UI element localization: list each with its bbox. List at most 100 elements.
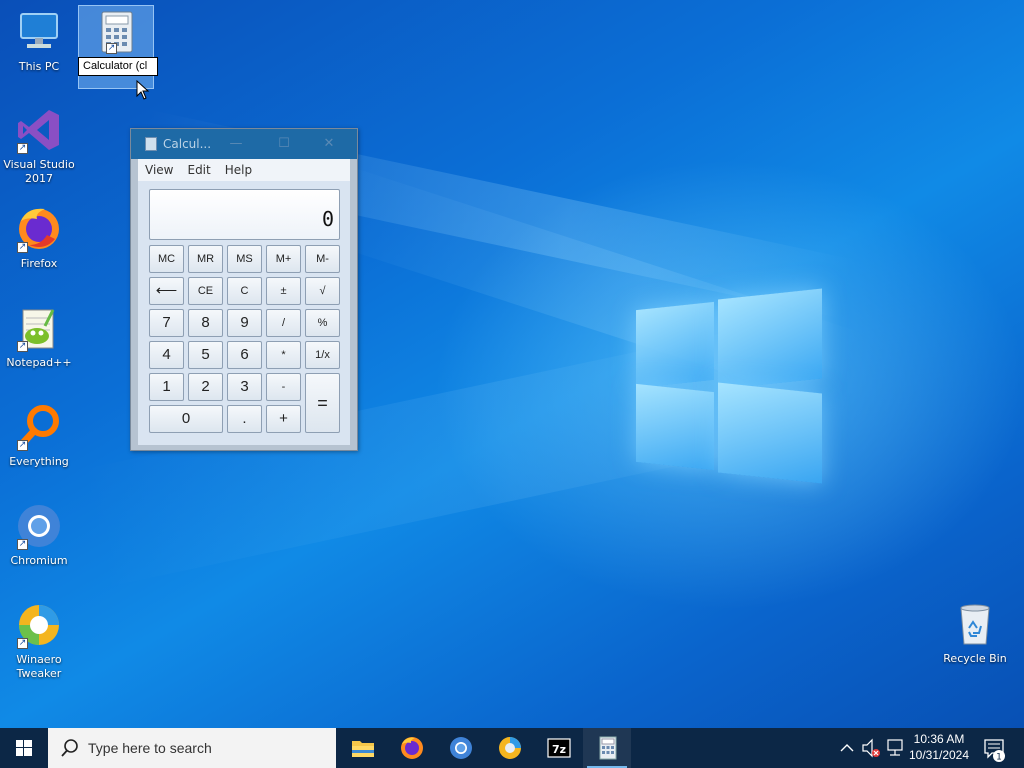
rename-input[interactable]: Calculator (cl — [78, 57, 158, 76]
percent-button[interactable]: % — [305, 309, 340, 337]
notification-count: 1 — [996, 753, 1002, 763]
memory-store-button[interactable]: MS — [227, 245, 262, 273]
desktop-icon-recycle-bin[interactable]: Recycle Bin — [937, 600, 1013, 666]
digit-4-button[interactable]: 4 — [149, 341, 184, 369]
desktop: This PC ↗ Calculator (cl ↗ Visual Studio… — [0, 0, 1024, 728]
desktop-icon-calculator[interactable]: ↗ — [78, 5, 154, 89]
taskbar-calculator[interactable] — [583, 728, 631, 768]
calculator-window[interactable]: Calcul... — ☐ ✕ View Edit Help 0 MC MR M… — [130, 128, 358, 451]
desktop-icon-label: Firefox — [20, 257, 58, 270]
digit-5-button[interactable]: 5 — [188, 341, 223, 369]
memory-clear-button[interactable]: MC — [149, 245, 184, 273]
shortcut-arrow-icon: ↗ — [17, 242, 28, 253]
add-button[interactable]: + — [266, 405, 301, 433]
calculator-menubar: View Edit Help — [138, 159, 350, 181]
multiply-button[interactable]: * — [266, 341, 301, 369]
chevron-up-icon — [840, 744, 854, 752]
desktop-icon-this-pc[interactable]: This PC — [1, 8, 77, 74]
desktop-icon-label: Everything — [9, 455, 69, 468]
7zip-icon: 7z — [547, 738, 571, 758]
desktop-icon-winaero-tweaker[interactable]: ↗ Winaero Tweaker — [1, 601, 77, 681]
divide-button[interactable]: / — [266, 309, 301, 337]
shortcut-arrow-icon: ↗ — [17, 440, 28, 451]
taskbar-7zip[interactable]: 7z — [534, 728, 582, 768]
clock-time: 10:36 AM — [913, 732, 965, 746]
menu-edit[interactable]: Edit — [187, 163, 210, 177]
recycle-bin-icon — [951, 600, 999, 648]
memory-add-button[interactable]: M+ — [266, 245, 301, 273]
clear-button[interactable]: C — [227, 277, 262, 305]
taskbar-chromium[interactable] — [436, 728, 484, 768]
desktop-icon-label: Winaero Tweaker — [16, 653, 62, 680]
minimize-icon[interactable]: — — [221, 129, 251, 159]
reciprocal-button[interactable]: 1/x — [305, 341, 340, 369]
svg-text:7z: 7z — [552, 743, 566, 756]
action-center-button[interactable]: 1 — [980, 728, 1010, 768]
calculator-icon: ↗ — [92, 8, 140, 56]
desktop-icon-visual-studio[interactable]: ↗ Visual Studio 2017 — [1, 106, 77, 186]
windows-start-icon — [16, 740, 32, 756]
decimal-button[interactable]: . — [227, 405, 262, 433]
show-hidden-icons-button[interactable] — [838, 728, 856, 768]
taskbar-clock[interactable]: 10:36 AM 10/31/2024 — [900, 728, 978, 768]
taskbar-firefox[interactable] — [387, 728, 435, 768]
shortcut-arrow-icon: ↗ — [106, 43, 117, 54]
search-icon — [61, 739, 78, 757]
desktop-icon-label: Recycle Bin — [943, 652, 1007, 665]
equals-button[interactable]: = — [305, 373, 340, 433]
everything-search-icon: ↗ — [15, 403, 63, 451]
calculator-icon — [599, 736, 617, 760]
desktop-icon-label: Visual Studio 2017 — [3, 158, 75, 185]
calculator-titlebar[interactable]: Calcul... — ☐ ✕ — [131, 129, 357, 159]
menu-help[interactable]: Help — [225, 163, 252, 177]
negate-button[interactable]: ± — [266, 277, 301, 305]
desktop-icon-chromium[interactable]: ↗ Chromium — [1, 502, 77, 568]
subtract-button[interactable]: - — [266, 373, 301, 401]
maximize-icon[interactable]: ☐ — [269, 129, 299, 159]
digit-3-button[interactable]: 3 — [227, 373, 262, 401]
menu-view[interactable]: View — [145, 163, 173, 177]
digit-8-button[interactable]: 8 — [188, 309, 223, 337]
chromium-icon — [450, 737, 472, 759]
shortcut-arrow-icon: ↗ — [17, 341, 28, 352]
digit-0-button[interactable]: 0 — [149, 405, 223, 433]
shortcut-arrow-icon: ↗ — [17, 638, 28, 649]
notepadpp-icon: ↗ — [15, 304, 63, 352]
clock-date: 10/31/2024 — [908, 748, 970, 762]
taskbar-winaero-tweaker[interactable] — [485, 728, 533, 768]
taskbar-file-explorer[interactable] — [338, 728, 386, 768]
visual-studio-icon: ↗ — [15, 106, 63, 154]
memory-recall-button[interactable]: MR — [188, 245, 223, 273]
digit-2-button[interactable]: 2 — [188, 373, 223, 401]
desktop-icon-firefox[interactable]: ↗ Firefox — [1, 205, 77, 271]
taskbar-search-box[interactable]: Type here to search — [48, 728, 336, 768]
desktop-icon-label: Chromium — [10, 554, 68, 567]
digit-7-button[interactable]: 7 — [149, 309, 184, 337]
desktop-icon-label: Notepad++ — [6, 356, 72, 369]
folder-icon — [352, 741, 374, 757]
winaero-tweaker-icon — [499, 737, 521, 759]
calculator-display: 0 — [149, 189, 340, 240]
shortcut-arrow-icon: ↗ — [17, 539, 28, 550]
volume-button[interactable] — [860, 728, 882, 768]
desktop-icon-notepadpp[interactable]: ↗ Notepad++ — [1, 304, 77, 370]
shortcut-arrow-icon: ↗ — [17, 143, 28, 154]
clear-entry-button[interactable]: CE — [188, 277, 223, 305]
desktop-icon-everything[interactable]: ↗ Everything — [1, 403, 77, 469]
start-button[interactable] — [0, 728, 48, 768]
computer-icon — [15, 8, 63, 56]
calculator-body: View Edit Help 0 MC MR MS M+ M- ⟵ CE C ±… — [138, 159, 350, 445]
digit-6-button[interactable]: 6 — [227, 341, 262, 369]
mouse-cursor-icon — [136, 80, 150, 100]
backspace-button[interactable]: ⟵ — [149, 277, 184, 305]
square-root-button[interactable]: √ — [305, 277, 340, 305]
firefox-icon — [401, 737, 423, 759]
memory-subtract-button[interactable]: M- — [305, 245, 340, 273]
notification-icon: 1 — [984, 739, 1005, 763]
calculator-app-icon — [145, 137, 157, 151]
winaero-tweaker-icon: ↗ — [15, 601, 63, 649]
close-icon[interactable]: ✕ — [314, 129, 344, 159]
digit-9-button[interactable]: 9 — [227, 309, 262, 337]
windows-logo-wallpaper — [636, 288, 822, 484]
digit-1-button[interactable]: 1 — [149, 373, 184, 401]
